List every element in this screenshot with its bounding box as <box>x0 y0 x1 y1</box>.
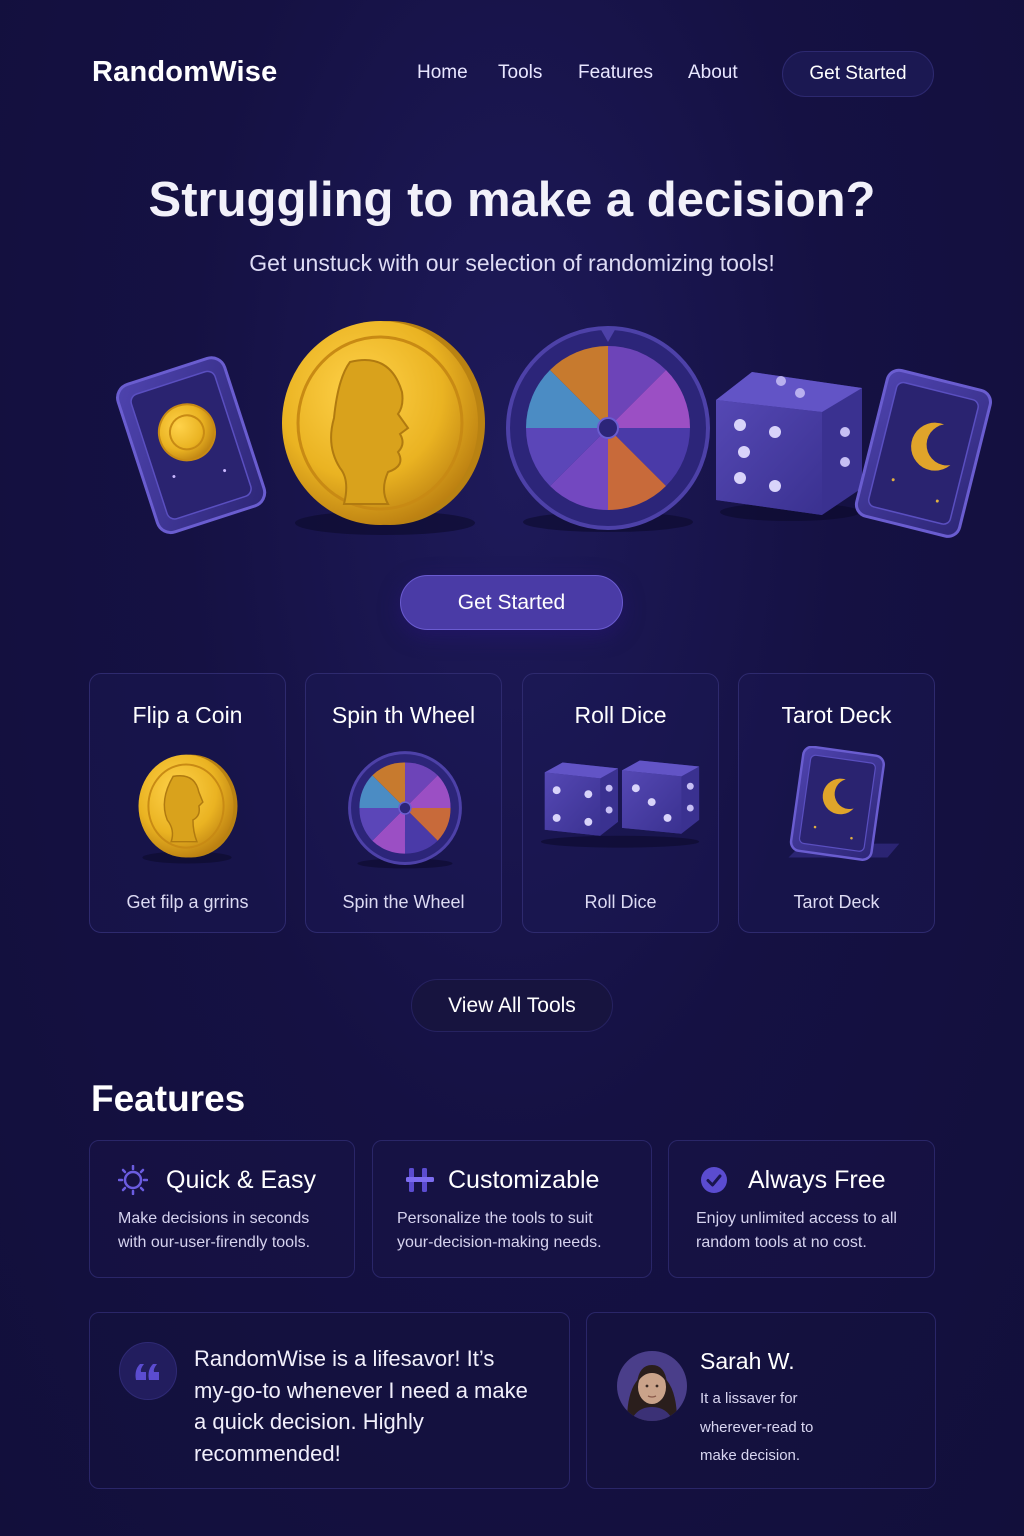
tool-card-caption: Roll Dice <box>584 892 657 912</box>
nav-about-link[interactable]: About <box>688 62 738 84</box>
gold-coin-icon <box>282 321 485 535</box>
tool-card-caption: Spin the Wheel <box>342 892 465 912</box>
hero-title: Struggling to make a decision? <box>148 173 876 227</box>
view-all-tools-button[interactable]: View All Tools <box>411 979 613 1032</box>
tool-card-title: Roll Dice <box>574 702 667 728</box>
feature-card-quick: Quick & Easy Make decisions in seconds w… <box>89 1140 355 1278</box>
testimonial-author-text: It a lissaver for wherever-read to make … <box>700 1385 900 1471</box>
tool-card-wheel[interactable]: Spin th Wheel Spin the Wheel <box>305 673 502 933</box>
die-icon <box>716 372 862 521</box>
testimonial-line: wherever-read to <box>700 1418 814 1436</box>
testimonial-quote: RandomWise is a lifesavor! It’s my-go-to… <box>194 1343 554 1469</box>
feature-description: Make decisions in seconds with our-user-… <box>118 1207 310 1255</box>
wheel-icon <box>348 751 462 869</box>
feature-description-line: Make decisions in seconds <box>118 1210 310 1227</box>
hero-subtitle: Get unstuck with our selection of random… <box>249 250 775 276</box>
sun-gear-icon <box>118 1165 148 1195</box>
tool-card-tarot[interactable]: Tarot Deck Tarot Deck <box>738 673 935 933</box>
prize-wheel-icon <box>506 326 710 532</box>
testimonial-author-name: Sarah W. <box>700 1348 795 1374</box>
feature-description: Personalize the tools to suit your-decis… <box>397 1207 602 1255</box>
tool-card-title: Flip a Coin <box>132 702 243 728</box>
feature-card-customizable: Customizable Personalize the tools to su… <box>372 1140 652 1278</box>
feature-card-free: Always Free Enjoy unlimited access to al… <box>668 1140 935 1278</box>
testimonial-line: It a lissaver for <box>700 1390 798 1407</box>
quote-line: my-go-to whenever I need a make <box>194 1377 528 1403</box>
feature-description-line: random tools at no cost. <box>696 1234 867 1251</box>
nav-tools-link[interactable]: Tools <box>498 62 542 84</box>
tarot-card-icon <box>788 746 900 861</box>
testimonial-quote-card: RandomWise is a lifesavor! It’s my-go-to… <box>89 1312 570 1489</box>
feature-description: Enjoy unlimited access to all random too… <box>696 1207 897 1255</box>
tarot-card-moon-icon <box>854 368 992 538</box>
tool-card-dice[interactable]: Roll Dice Roll Dice <box>522 673 719 933</box>
feature-description-line: Personalize the tools to suit <box>397 1210 593 1227</box>
nav-home-link[interactable]: Home <box>417 62 468 84</box>
quote-line: a quick decision. Highly <box>194 1409 424 1434</box>
tool-card-coin[interactable]: Flip a Coin Get filp a grrins <box>89 673 286 933</box>
check-circle-icon <box>701 1167 727 1193</box>
feature-title: Customizable <box>448 1166 600 1194</box>
feature-description-line: your-decision-making needs. <box>397 1234 602 1251</box>
tarot-card-coin-icon <box>116 356 267 535</box>
quote-icon <box>119 1342 177 1400</box>
user-avatar-icon <box>617 1351 687 1421</box>
sliders-icon <box>406 1168 434 1192</box>
brand-logo[interactable]: RandomWise <box>92 56 277 89</box>
feature-title: Quick & Easy <box>166 1166 317 1194</box>
quote-marks-icon <box>135 1364 159 1380</box>
avatar <box>617 1351 687 1421</box>
hero-illustration <box>116 321 992 538</box>
quote-line: recommended! <box>194 1440 341 1466</box>
testimonial-author-card: Sarah W. It a lissaver for wherever-read… <box>586 1312 936 1489</box>
coin-icon <box>138 754 238 864</box>
testimonial-line: make decision. <box>700 1447 801 1464</box>
feature-description-line: with our-user-firendly tools. <box>118 1234 311 1251</box>
feature-description-line: Enjoy unlimited access to all <box>696 1210 897 1227</box>
dice-icon <box>540 760 700 848</box>
tool-card-caption: Get filp a grrins <box>126 892 249 912</box>
feature-title: Always Free <box>748 1166 886 1194</box>
quote-line: RandomWise is a lifesavor! It’s <box>194 1346 495 1371</box>
hero-get-started-button[interactable]: Get Started <box>400 575 623 630</box>
nav-get-started-button[interactable]: Get Started <box>782 51 934 97</box>
nav-features-link[interactable]: Features <box>578 62 653 84</box>
tool-card-title: Spin th Wheel <box>331 702 476 728</box>
tool-card-caption: Tarot Deck <box>793 892 880 912</box>
tool-card-title: Tarot Deck <box>781 702 892 728</box>
features-heading: Features <box>91 1078 246 1119</box>
